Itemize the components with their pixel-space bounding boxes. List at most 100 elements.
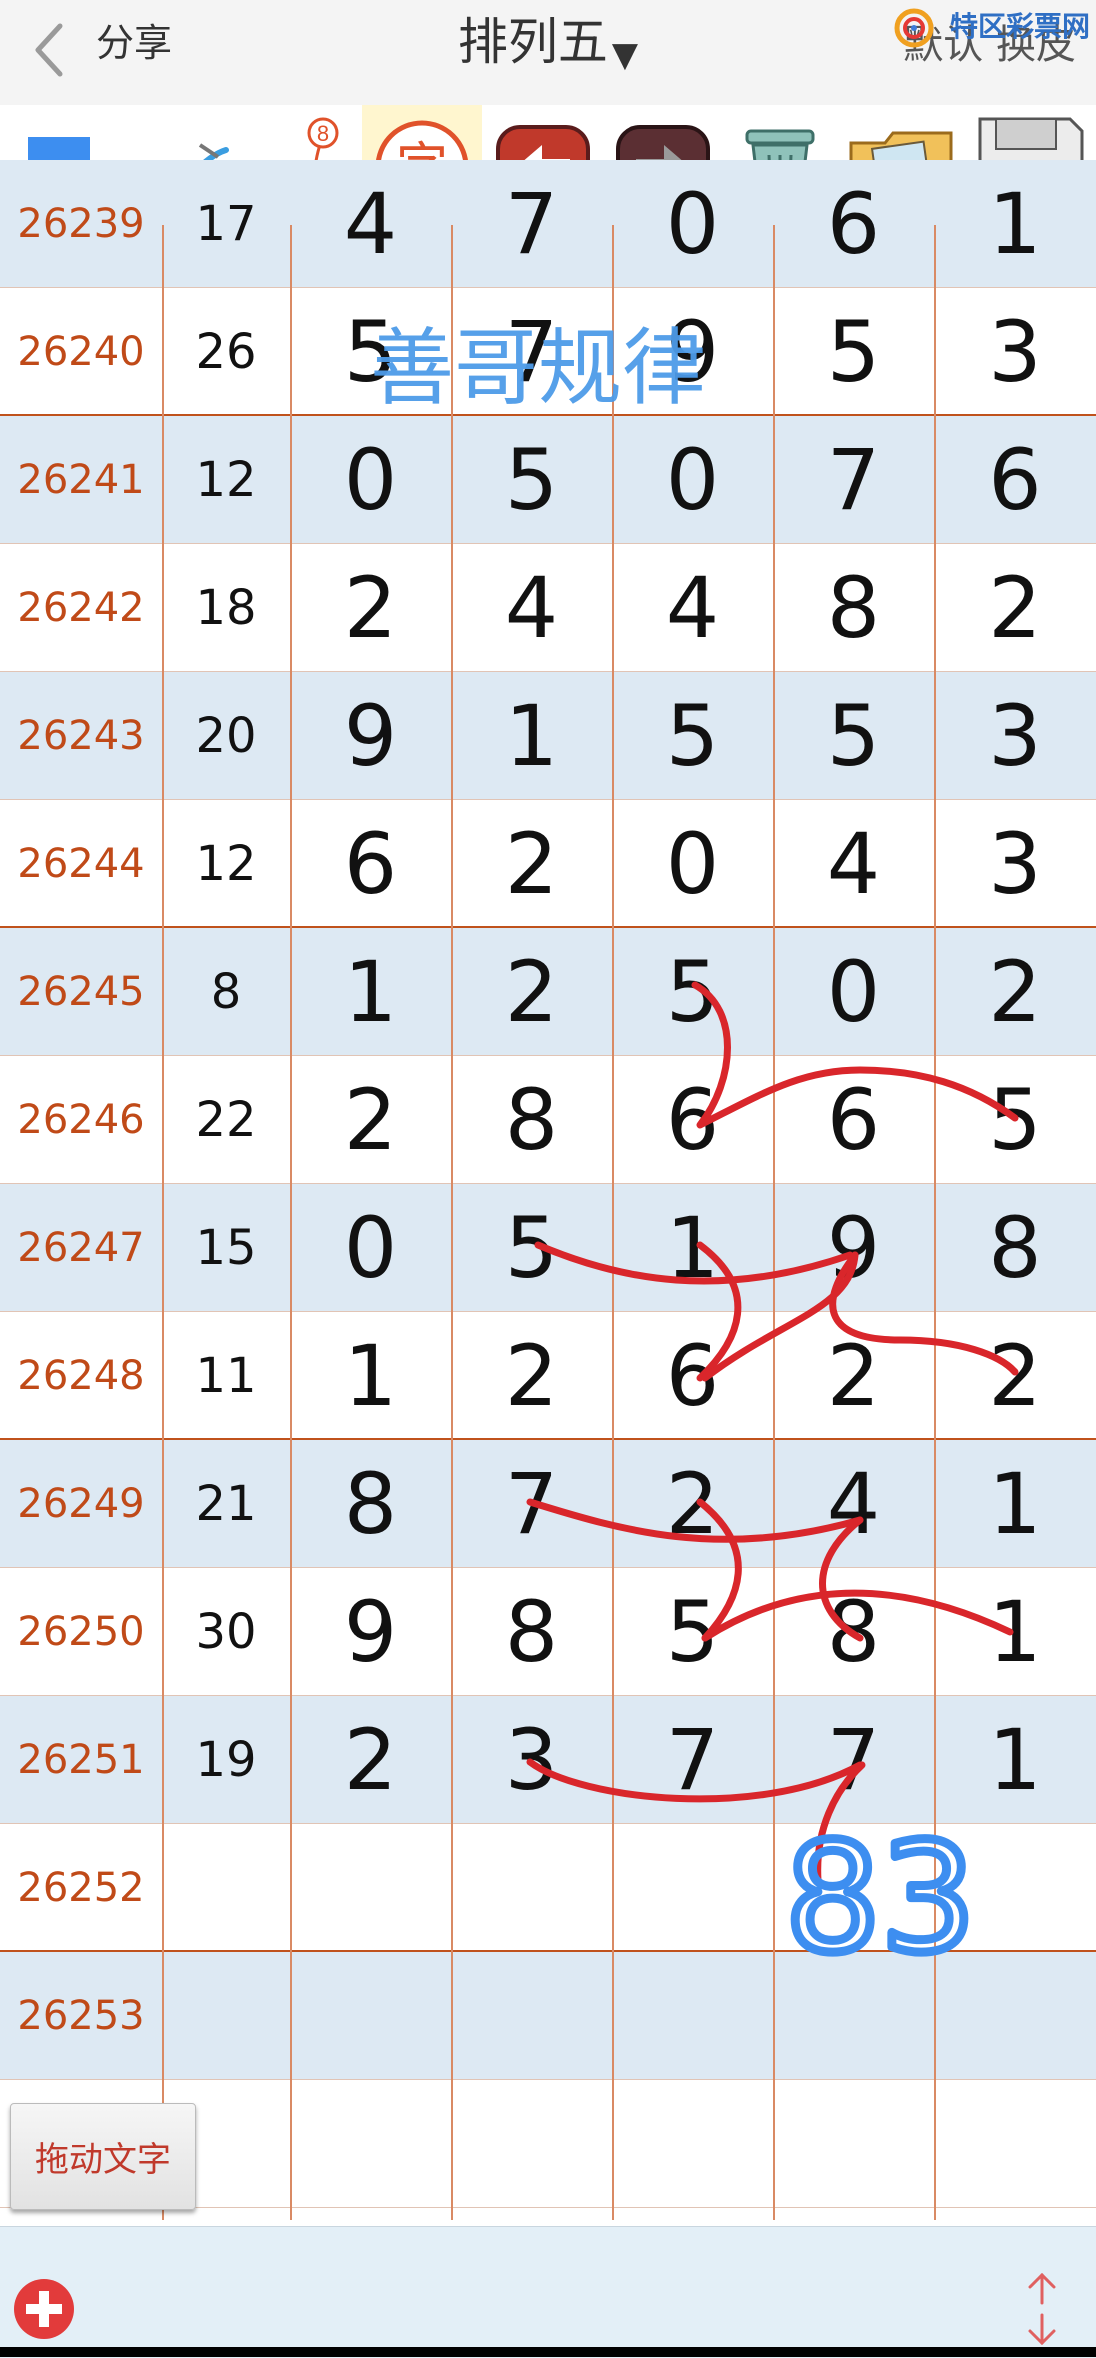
add-row-icon[interactable] (12, 2277, 76, 2341)
draw-digit-4[interactable]: 2 (773, 1312, 934, 1440)
draw-digit-3[interactable]: 1 (612, 1184, 773, 1312)
draw-digit-4[interactable]: 5 (773, 288, 934, 416)
column-divider (612, 225, 614, 2220)
draw-digit-3[interactable]: 0 (612, 416, 773, 544)
table-row[interactable]: 26251 19 2 3 7 7 1 (0, 1696, 1096, 1824)
table-row[interactable]: 26248 11 1 2 6 2 2 (0, 1312, 1096, 1440)
digit-sum: 30 (195, 1604, 257, 1660)
draw-digit-4[interactable]: 9 (773, 1184, 934, 1312)
draw-digit-2[interactable] (451, 1824, 612, 1952)
draw-digit-5[interactable]: 3 (934, 288, 1096, 416)
draw-digit-4[interactable] (773, 1952, 934, 2080)
issue-number: 26249 (17, 1481, 145, 1527)
drag-text-button[interactable]: 拖动文字 (10, 2103, 196, 2210)
draw-digit-5[interactable]: 6 (934, 416, 1096, 544)
table-row[interactable]: 26239 17 4 7 0 6 1 (0, 160, 1096, 288)
draw-digit-1[interactable]: 0 (290, 416, 451, 544)
draw-digit-1[interactable] (290, 1952, 451, 2080)
draw-digit-4[interactable]: 0 (773, 928, 934, 1056)
draw-digit-4[interactable]: 6 (773, 160, 934, 288)
draw-digit-5[interactable]: 3 (934, 672, 1096, 800)
table-row[interactable]: 26247 15 0 5 1 9 8 (0, 1184, 1096, 1312)
draw-digit-1[interactable]: 9 (290, 1568, 451, 1696)
draw-digit-4[interactable]: 5 (773, 672, 934, 800)
draw-digit-1[interactable]: 8 (290, 1440, 451, 1568)
scroll-up-down-icon[interactable] (1018, 2269, 1066, 2349)
table-row[interactable]: 26244 12 6 2 0 4 3 (0, 800, 1096, 928)
draw-digit-1[interactable]: 4 (290, 160, 451, 288)
draw-digit-2[interactable] (451, 1952, 612, 2080)
draw-digit-2[interactable]: 2 (451, 928, 612, 1056)
table-row[interactable]: 26246 22 2 8 6 6 5 (0, 1056, 1096, 1184)
draw-digit-3[interactable] (612, 2080, 773, 2208)
draw-digit-2[interactable]: 3 (451, 1696, 612, 1824)
draw-digit-4[interactable]: 7 (773, 416, 934, 544)
draw-digit-4[interactable]: 4 (773, 1440, 934, 1568)
dropdown-caret-icon[interactable]: ▼ (612, 35, 638, 75)
table-row[interactable]: 26250 30 9 8 5 8 1 (0, 1568, 1096, 1696)
draw-digit-3[interactable]: 6 (612, 1312, 773, 1440)
draw-digit-1[interactable] (290, 1824, 451, 1952)
draw-digit-5[interactable]: 1 (934, 1568, 1096, 1696)
draw-digit-4[interactable]: 8 (773, 544, 934, 672)
table-row[interactable]: 26243 20 9 1 5 5 3 (0, 672, 1096, 800)
draw-digit-5[interactable]: 2 (934, 544, 1096, 672)
table-row[interactable]: 26245 8 1 2 5 0 2 (0, 928, 1096, 1056)
draw-digit-5[interactable]: 8 (934, 1184, 1096, 1312)
table-row[interactable]: 26242 18 2 4 4 8 2 (0, 544, 1096, 672)
draw-digit-5[interactable]: 5 (934, 1056, 1096, 1184)
draw-digit-2[interactable]: 1 (451, 672, 612, 800)
draw-digit-2[interactable]: 4 (451, 544, 612, 672)
draw-digit-4[interactable]: 7 (773, 1696, 934, 1824)
draw-digit-3[interactable]: 2 (612, 1440, 773, 1568)
draw-digit-5[interactable] (934, 1952, 1096, 2080)
draw-digit-3[interactable]: 5 (612, 928, 773, 1056)
draw-digit-5[interactable]: 1 (934, 160, 1096, 288)
draw-digit-2[interactable]: 7 (451, 160, 612, 288)
table-row[interactable]: 26252 (0, 1824, 1096, 1952)
draw-digit-1[interactable]: 1 (290, 1312, 451, 1440)
digit-sum: 15 (195, 1220, 257, 1276)
draw-digit-3[interactable] (612, 1824, 773, 1952)
draw-digit-1[interactable]: 6 (290, 800, 451, 928)
draw-digit-4[interactable] (773, 2080, 934, 2208)
draw-digit-5[interactable]: 1 (934, 1440, 1096, 1568)
draw-digit-5[interactable] (934, 1824, 1096, 1952)
draw-digit-5[interactable]: 1 (934, 1696, 1096, 1824)
draw-digit-2[interactable]: 2 (451, 800, 612, 928)
draw-digit-3[interactable]: 6 (612, 1056, 773, 1184)
draw-digit-2[interactable]: 5 (451, 416, 612, 544)
draw-digit-3[interactable]: 0 (612, 160, 773, 288)
draw-digit-2[interactable]: 7 (451, 1440, 612, 1568)
page-title-dropdown[interactable]: 排列五 (458, 10, 608, 74)
draw-digit-1[interactable]: 2 (290, 1696, 451, 1824)
draw-digit-2[interactable]: 8 (451, 1568, 612, 1696)
draw-digit-3[interactable]: 4 (612, 544, 773, 672)
draw-digit-5[interactable] (934, 2080, 1096, 2208)
draw-digit-1[interactable] (290, 2080, 451, 2208)
draw-digit-1[interactable]: 2 (290, 544, 451, 672)
draw-digit-2[interactable]: 5 (451, 1184, 612, 1312)
draw-digit-4[interactable]: 6 (773, 1056, 934, 1184)
draw-digit-5[interactable]: 2 (934, 928, 1096, 1056)
draw-digit-5[interactable]: 2 (934, 1312, 1096, 1440)
draw-digit-3[interactable]: 0 (612, 800, 773, 928)
draw-digit-1[interactable]: 2 (290, 1056, 451, 1184)
draw-digit-1[interactable]: 0 (290, 1184, 451, 1312)
table-row[interactable]: 26241 12 0 5 0 7 6 (0, 416, 1096, 544)
table-row[interactable]: 26249 21 8 7 2 4 1 (0, 1440, 1096, 1568)
draw-digit-2[interactable]: 8 (451, 1056, 612, 1184)
draw-digit-3[interactable]: 7 (612, 1696, 773, 1824)
table-row[interactable]: 26253 (0, 1952, 1096, 2080)
draw-digit-4[interactable]: 8 (773, 1568, 934, 1696)
draw-digit-5[interactable]: 3 (934, 800, 1096, 928)
draw-digit-1[interactable]: 9 (290, 672, 451, 800)
draw-digit-3[interactable]: 5 (612, 1568, 773, 1696)
draw-digit-3[interactable]: 5 (612, 672, 773, 800)
draw-digit-2[interactable] (451, 2080, 612, 2208)
draw-digit-2[interactable]: 2 (451, 1312, 612, 1440)
draw-digit-3[interactable] (612, 1952, 773, 2080)
draw-digit-4[interactable] (773, 1824, 934, 1952)
draw-digit-4[interactable]: 4 (773, 800, 934, 928)
draw-digit-1[interactable]: 1 (290, 928, 451, 1056)
